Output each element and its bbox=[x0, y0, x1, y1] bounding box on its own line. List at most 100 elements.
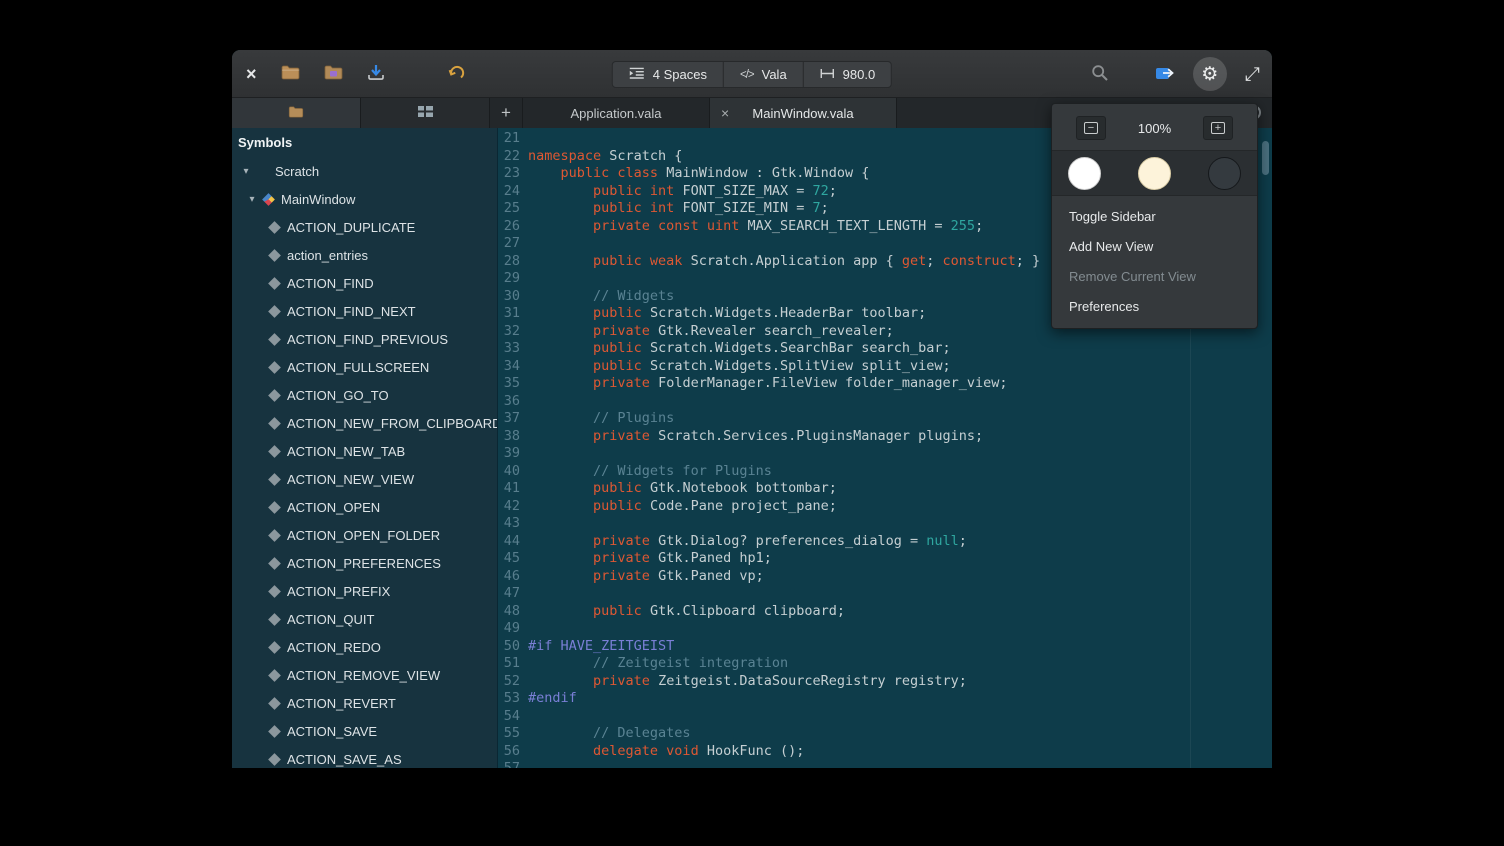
chevron-down-icon[interactable]: ▾ bbox=[238, 166, 254, 177]
line-number: 27 bbox=[498, 235, 520, 253]
new-tab-button[interactable]: + bbox=[490, 98, 523, 128]
tree-item-action-open[interactable]: ACTION_OPEN bbox=[232, 493, 497, 521]
plus-icon: + bbox=[501, 103, 511, 123]
code-line-54[interactable]: 54 bbox=[498, 708, 1272, 726]
tree-item-label: ACTION_REDO bbox=[287, 640, 381, 655]
goto-line-label: 980.0 bbox=[843, 67, 876, 82]
tree-item-action-find[interactable]: ACTION_FIND bbox=[232, 269, 497, 297]
theme-sepia-button[interactable] bbox=[1138, 157, 1171, 190]
code-line-52[interactable]: 52 private Zeitgeist.DataSourceRegistry … bbox=[498, 673, 1272, 691]
settings-menu-items: Toggle SidebarAdd New ViewRemove Current… bbox=[1052, 202, 1257, 322]
tree-item-label: ACTION_PREFIX bbox=[287, 584, 390, 599]
menu-item-preferences[interactable]: Preferences bbox=[1052, 292, 1257, 322]
tree-item-action-save[interactable]: ACTION_SAVE bbox=[232, 717, 497, 745]
theme-dark-button[interactable] bbox=[1208, 157, 1241, 190]
window-close-button[interactable]: × bbox=[246, 65, 257, 83]
code-line-33[interactable]: 33 public Scratch.Widgets.SearchBar sear… bbox=[498, 340, 1272, 358]
code-line-40[interactable]: 40 // Widgets for Plugins bbox=[498, 463, 1272, 481]
chevron-down-icon[interactable]: ▾ bbox=[244, 194, 260, 205]
code-line-46[interactable]: 46 private Gtk.Paned vp; bbox=[498, 568, 1272, 586]
tab-close-icon[interactable]: × bbox=[721, 106, 729, 120]
tree-item-label: ACTION_FIND bbox=[287, 276, 374, 291]
editor-scrollbar[interactable] bbox=[1262, 141, 1269, 175]
folder-icon bbox=[288, 106, 304, 121]
tree-item-action-save-as[interactable]: ACTION_SAVE_AS bbox=[232, 745, 497, 768]
theme-light-button[interactable] bbox=[1068, 157, 1101, 190]
tree-item-action-find-next[interactable]: ACTION_FIND_NEXT bbox=[232, 297, 497, 325]
code-line-44[interactable]: 44 private Gtk.Dialog? preferences_dialo… bbox=[498, 533, 1272, 551]
symbols-view-button[interactable] bbox=[361, 98, 489, 128]
tree-item-mainwindow[interactable]: ▾MainWindow bbox=[232, 185, 497, 213]
save-button[interactable] bbox=[367, 64, 385, 84]
code-line-37[interactable]: 37 // Plugins bbox=[498, 410, 1272, 428]
code-line-49[interactable]: 49 bbox=[498, 620, 1272, 638]
share-button[interactable] bbox=[1155, 65, 1175, 84]
code-line-36[interactable]: 36 bbox=[498, 393, 1272, 411]
tab-mainwindow-vala[interactable]: × MainWindow.vala bbox=[710, 98, 897, 128]
symbol-icon-slot bbox=[266, 307, 282, 316]
open-file-button[interactable] bbox=[281, 65, 300, 83]
tree-item-action-go-to[interactable]: ACTION_GO_TO bbox=[232, 381, 497, 409]
tree-item-scratch[interactable]: ▾Scratch bbox=[232, 157, 497, 185]
line-number: 52 bbox=[498, 673, 520, 691]
headerbar-left-group: × bbox=[246, 50, 465, 98]
code-line-39[interactable]: 39 bbox=[498, 445, 1272, 463]
revert-button[interactable] bbox=[447, 65, 465, 84]
tab-application-vala[interactable]: Application.vala bbox=[523, 98, 710, 128]
goto-line-button[interactable]: 980.0 bbox=[804, 62, 892, 87]
menu-item-add-new-view[interactable]: Add New View bbox=[1052, 232, 1257, 262]
open-project-button[interactable] bbox=[324, 65, 343, 83]
tree-item-action-fullscreen[interactable]: ACTION_FULLSCREEN bbox=[232, 353, 497, 381]
code-line-34[interactable]: 34 public Scratch.Widgets.SplitView spli… bbox=[498, 358, 1272, 376]
gear-icon: ⚙ bbox=[1201, 65, 1218, 84]
symbol-icon-slot bbox=[266, 503, 282, 512]
code-line-47[interactable]: 47 bbox=[498, 585, 1272, 603]
indent-width-button[interactable]: 4 Spaces bbox=[613, 62, 724, 87]
line-number: 51 bbox=[498, 655, 520, 673]
tree-item-action-redo[interactable]: ACTION_REDO bbox=[232, 633, 497, 661]
tree-item-action-new-tab[interactable]: ACTION_NEW_TAB bbox=[232, 437, 497, 465]
line-number: 54 bbox=[498, 708, 520, 726]
code-line-43[interactable]: 43 bbox=[498, 515, 1272, 533]
code-line-45[interactable]: 45 private Gtk.Paned hp1; bbox=[498, 550, 1272, 568]
code-line-35[interactable]: 35 private FolderManager.FileView folder… bbox=[498, 375, 1272, 393]
tree-item-action-find-previous[interactable]: ACTION_FIND_PREVIOUS bbox=[232, 325, 497, 353]
symbol-icon-slot bbox=[266, 475, 282, 484]
tree-item-action-duplicate[interactable]: ACTION_DUPLICATE bbox=[232, 213, 497, 241]
tree-item-action-open-folder[interactable]: ACTION_OPEN_FOLDER bbox=[232, 521, 497, 549]
tree-item-action-entries[interactable]: action_entries bbox=[232, 241, 497, 269]
code-line-text: #endif bbox=[520, 690, 577, 708]
code-line-41[interactable]: 41 public Gtk.Notebook bottombar; bbox=[498, 480, 1272, 498]
zoom-out-button[interactable]: − bbox=[1076, 116, 1106, 140]
tree-item-action-preferences[interactable]: ACTION_PREFERENCES bbox=[232, 549, 497, 577]
tree-item-action-new-from-clipboard[interactable]: ACTION_NEW_FROM_CLIPBOARD bbox=[232, 409, 497, 437]
tree-item-label: ACTION_GO_TO bbox=[287, 388, 389, 403]
code-icon: </> bbox=[740, 69, 754, 81]
code-line-38[interactable]: 38 private Scratch.Services.PluginsManag… bbox=[498, 428, 1272, 446]
code-line-50[interactable]: 50#if HAVE_ZEITGEIST bbox=[498, 638, 1272, 656]
settings-menu-button[interactable]: ⚙ bbox=[1193, 57, 1227, 91]
code-line-42[interactable]: 42 public Code.Pane project_pane; bbox=[498, 498, 1272, 516]
code-line-56[interactable]: 56 delegate void HookFunc (); bbox=[498, 743, 1272, 761]
tree-item-action-quit[interactable]: ACTION_QUIT bbox=[232, 605, 497, 633]
code-line-55[interactable]: 55 // Delegates bbox=[498, 725, 1272, 743]
tree-item-action-prefix[interactable]: ACTION_PREFIX bbox=[232, 577, 497, 605]
menu-item-toggle-sidebar[interactable]: Toggle Sidebar bbox=[1052, 202, 1257, 232]
line-number: 28 bbox=[498, 253, 520, 271]
language-button[interactable]: </> Vala bbox=[724, 62, 804, 87]
tree-item-action-remove-view[interactable]: ACTION_REMOVE_VIEW bbox=[232, 661, 497, 689]
tree-item-label: ACTION_REMOVE_VIEW bbox=[287, 668, 440, 683]
fullscreen-button[interactable]: ⤢ bbox=[1245, 65, 1260, 84]
tree-item-label: ACTION_SAVE bbox=[287, 724, 377, 739]
files-view-button[interactable] bbox=[232, 98, 361, 128]
code-line-51[interactable]: 51 // Zeitgeist integration bbox=[498, 655, 1272, 673]
code-line-53[interactable]: 53#endif bbox=[498, 690, 1272, 708]
search-button[interactable] bbox=[1091, 64, 1109, 85]
line-number: 42 bbox=[498, 498, 520, 516]
tree-item-action-new-view[interactable]: ACTION_NEW_VIEW bbox=[232, 465, 497, 493]
line-number: 56 bbox=[498, 743, 520, 761]
tree-item-action-revert[interactable]: ACTION_REVERT bbox=[232, 689, 497, 717]
code-line-48[interactable]: 48 public Gtk.Clipboard clipboard; bbox=[498, 603, 1272, 621]
zoom-in-button[interactable]: + bbox=[1203, 116, 1233, 140]
code-line-57[interactable]: 57 bbox=[498, 760, 1272, 768]
